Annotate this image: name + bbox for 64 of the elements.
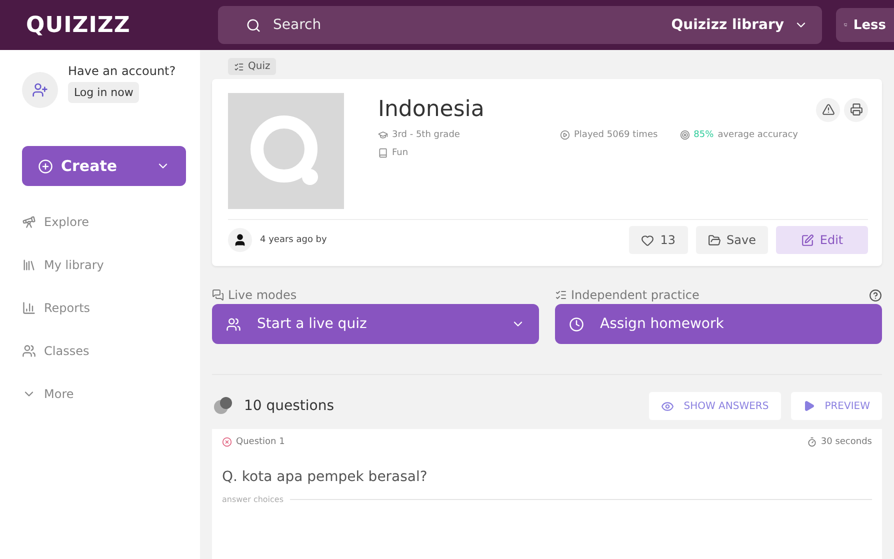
question-type-icon xyxy=(222,437,232,447)
timer-icon xyxy=(806,437,817,447)
account-prompt: Have an account? xyxy=(68,64,176,78)
preview-button[interactable]: PREVIEW xyxy=(790,392,882,420)
folder-icon xyxy=(708,234,721,246)
plus-icon xyxy=(38,158,53,174)
library-select[interactable]: Quizizz library xyxy=(671,17,784,33)
people-icon xyxy=(226,316,241,332)
login-button[interactable]: Log in now xyxy=(68,82,140,103)
telescope-icon xyxy=(22,214,36,228)
sidebar-item[interactable]: My library xyxy=(22,243,186,286)
like-button[interactable]: 13 xyxy=(629,226,688,254)
live-quiz-button[interactable]: Start a live quiz xyxy=(212,304,539,344)
play-icon xyxy=(802,400,815,412)
warning-icon xyxy=(822,103,834,116)
books-icon xyxy=(22,258,36,272)
question-count: 10 questions xyxy=(244,398,336,414)
search-icon xyxy=(246,18,261,32)
logo[interactable]: QUIZIZZ xyxy=(26,12,204,38)
played-count: Played 5069 times xyxy=(574,130,658,140)
lessons-button[interactable]: Less xyxy=(836,8,894,42)
question-text: Q. kota apa pempek berasal? xyxy=(222,469,428,485)
printer-icon xyxy=(850,103,862,116)
sidebar-item[interactable]: Reports xyxy=(22,286,186,329)
question-number: Question 1 xyxy=(236,437,285,447)
grade-text: 3rd - 5th grade xyxy=(392,130,460,140)
sidebar-item[interactable]: Explore xyxy=(22,200,186,243)
print-icon[interactable] xyxy=(844,98,868,122)
show-answers-button[interactable]: SHOW ANSWERS xyxy=(648,392,781,420)
edit-button[interactable]: Edit xyxy=(776,226,868,254)
report-icon[interactable] xyxy=(816,98,840,122)
heart-icon xyxy=(641,234,654,246)
clock-icon xyxy=(569,316,584,332)
mode-label: Independent practice xyxy=(571,288,700,302)
chat-icon xyxy=(212,289,224,301)
user-icon xyxy=(233,233,247,247)
target-icon xyxy=(680,130,690,140)
mode-label: Live modes xyxy=(228,288,297,302)
accuracy-label: average accuracy xyxy=(718,130,798,140)
author-note: 4 years ago by xyxy=(260,235,327,245)
eye-icon xyxy=(660,400,674,412)
search-field[interactable]: Search Quizizz library xyxy=(218,6,822,44)
quiz-title: Indonesia xyxy=(378,97,484,122)
book-icon xyxy=(378,148,388,158)
homework-button[interactable]: Assign homework xyxy=(555,304,882,344)
subject-text: Fun xyxy=(392,148,408,158)
help-icon[interactable] xyxy=(869,288,882,302)
create-button[interactable]: Create xyxy=(22,146,186,186)
questions-icon xyxy=(212,396,234,416)
list-icon xyxy=(555,289,567,301)
user-plus-icon xyxy=(32,82,48,98)
people-icon xyxy=(22,344,36,358)
sidebar-item[interactable]: More xyxy=(22,372,186,415)
bar-chart-icon xyxy=(22,300,36,314)
list-icon xyxy=(234,62,244,72)
edit-icon xyxy=(800,234,814,246)
quiz-tag: Quiz xyxy=(228,58,276,75)
play-icon xyxy=(560,130,570,140)
grade-icon xyxy=(378,130,388,140)
save-button[interactable]: Save xyxy=(696,226,768,254)
choices-label: answer choices xyxy=(222,495,284,504)
accuracy-value: 85% xyxy=(694,130,714,140)
question-time: 30 seconds xyxy=(820,437,872,447)
sidebar-item[interactable]: Classes xyxy=(22,329,186,372)
